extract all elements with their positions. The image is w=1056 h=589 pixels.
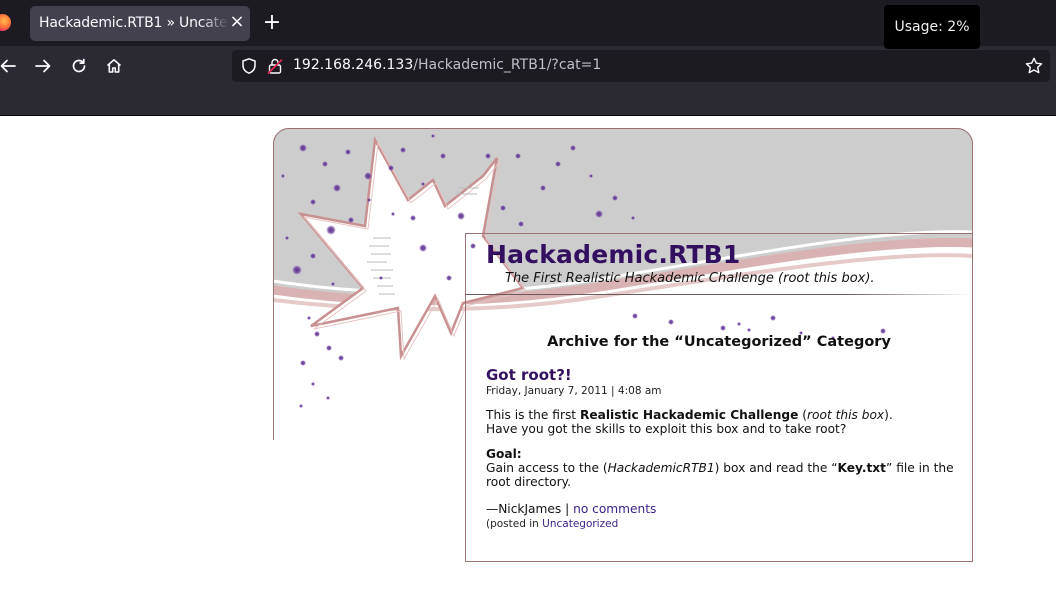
tab-title: Hackademic.RTB1 » Uncategorized [39,15,229,31]
tracking-protection-shield-icon[interactable] [240,57,258,75]
active-tab[interactable]: Hackademic.RTB1 » Uncategorized × [30,6,250,41]
post-author-line: —NickJames | no comments [486,502,656,516]
post-author: —NickJames [486,502,562,516]
url-host: 192.168.246.133 [293,57,414,73]
post-title-link[interactable]: Got root?! [486,366,572,384]
post-text: ( [798,408,808,422]
post-text: ). [884,408,893,422]
post-category-line: (posted in Uncategorized [486,518,618,530]
firefox-logo-icon[interactable] [0,14,11,31]
back-arrow-icon[interactable] [0,54,20,78]
tab-close-icon[interactable]: × [229,13,245,31]
post-intro-paragraph: This is the first Realistic Hackademic C… [486,408,956,436]
forward-arrow-icon[interactable] [31,54,55,78]
insecure-lock-icon[interactable] [266,57,284,75]
post-italic-text: HackademicRTB1 [607,461,715,475]
bookmark-star-icon[interactable] [1024,56,1044,76]
post-text: ) box and read the “ [714,461,838,475]
category-link[interactable]: Uncategorized [542,518,618,530]
comments-link[interactable]: no comments [573,502,656,516]
page-viewport: Hackademic.RTB1 The First Realistic Hack… [0,117,1056,589]
usage-tooltip: Usage: 2% [884,5,980,49]
reload-icon[interactable] [67,54,91,78]
goal-label: Goal: [486,447,522,461]
post-goal-paragraph: Goal: Gain access to the (HackademicRTB1)… [486,447,956,489]
url-bar[interactable]: 192.168.246.133/Hackademic_RTB1/?cat=1 [232,50,1050,82]
home-icon[interactable] [102,54,126,78]
bookmarks-toolbar [0,86,1056,116]
post-text: This is the first [486,408,580,422]
post-date: Friday, January 7, 2011 | 4:08 am [486,385,662,397]
post-text: Gain access to the ( [486,461,608,475]
new-tab-button[interactable]: + [262,12,282,34]
blog-title[interactable]: Hackademic.RTB1 [486,240,741,269]
post-italic-text: root this box [807,408,885,422]
url-path: /Hackademic_RTB1/?cat=1 [413,57,602,73]
post-text: Have you got the skills to exploit this … [486,422,847,436]
archive-heading: Archive for the “Uncategorized” Category [547,334,891,350]
post-bold-text: Key.txt [837,461,886,475]
posted-in-label: (posted in [486,518,543,530]
content-box: Hackademic.RTB1 The First Realistic Hack… [465,233,973,562]
url-text[interactable]: 192.168.246.133/Hackademic_RTB1/?cat=1 [293,57,601,73]
post-body: This is the first Realistic Hackademic C… [486,408,956,500]
blog-tagline: The First Realistic Hackademic Challenge… [505,271,875,286]
header-divider [466,294,972,295]
post-bold-text: Realistic Hackademic Challenge [579,408,799,422]
separator: | [561,502,574,516]
